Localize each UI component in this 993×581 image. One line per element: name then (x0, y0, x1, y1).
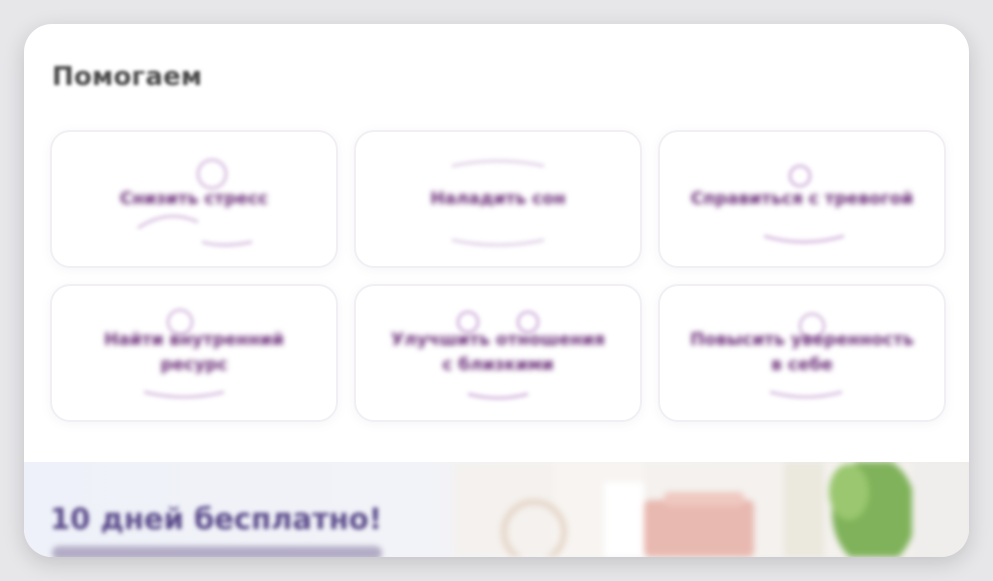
topic-tile-5[interactable]: Улучшить отношения с близкими (354, 284, 642, 422)
topic-label: Найти внутренний ресурс (104, 330, 284, 375)
promo-photo-image (454, 462, 969, 557)
topic-tile-3[interactable]: Справиться с тревогой (658, 130, 946, 268)
topic-tile-6[interactable]: Повысить уверенность в себе (658, 284, 946, 422)
topic-tile-1[interactable]: Снизить стресс (50, 130, 338, 268)
topic-label: Улучшить отношения с близкими (391, 330, 605, 375)
topic-label: Повысить уверенность в себе (690, 330, 914, 375)
topic-label: Справиться с тревогой (690, 188, 914, 209)
promo-title: 10 дней бесплатно! (50, 502, 382, 536)
topic-label: Наладить сон (430, 188, 566, 209)
topic-label: Снизить стресс (119, 188, 269, 209)
topic-tile-4[interactable]: Найти внутренний ресурс (50, 284, 338, 422)
promo-subtitle-placeholder (52, 546, 382, 557)
topic-tile-2[interactable]: Наладить сон (354, 130, 642, 268)
section-title: Помогаем (52, 62, 203, 92)
help-topics-grid: Снизить стресс Наладить сон Справиться с… (50, 130, 950, 422)
promo-banner[interactable]: 10 дней бесплатно! (24, 462, 969, 557)
help-card: Помогаем Снизить стресс Наладить сон Спр… (24, 24, 969, 557)
